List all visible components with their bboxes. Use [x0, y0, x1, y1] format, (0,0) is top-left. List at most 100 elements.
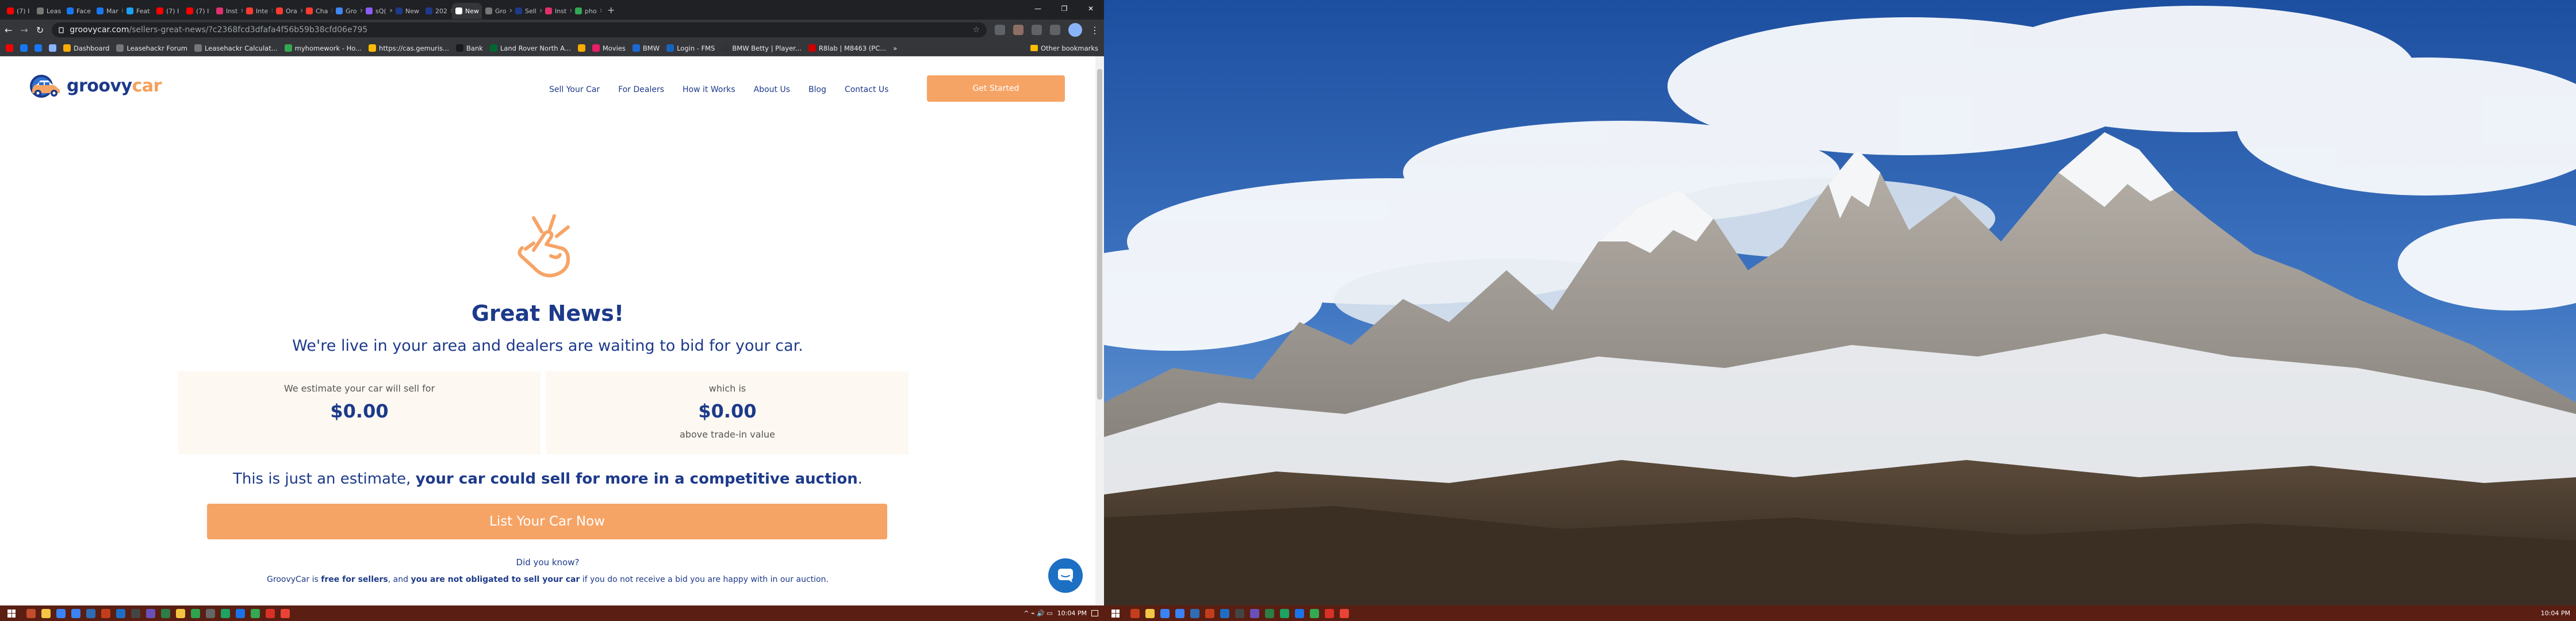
- new-tab-button[interactable]: +: [607, 5, 615, 16]
- taskbar-app-icon[interactable]: [56, 608, 66, 618]
- browser-tab[interactable]: Inst✕: [213, 3, 243, 19]
- bookmark-item[interactable]: BMW Betty | Player...: [722, 44, 802, 52]
- taskbar-app-icon[interactable]: [176, 608, 185, 618]
- nav-link-contact-us[interactable]: Contact Us: [845, 85, 888, 94]
- taskbar-app-icon[interactable]: [1295, 608, 1304, 618]
- taskbar-app-icon[interactable]: [1130, 608, 1140, 618]
- taskbar-app-icon[interactable]: [221, 608, 230, 618]
- bookmarks-overflow-icon[interactable]: »: [893, 44, 897, 52]
- bookmark-item[interactable]: Leasehackr Forum: [116, 44, 187, 52]
- browser-tab[interactable]: Inst✕: [542, 3, 572, 19]
- taskbar-app-icon[interactable]: [1325, 608, 1334, 618]
- taskbar-app-icon[interactable]: [1175, 608, 1184, 618]
- taskbar-app-icon[interactable]: [1205, 608, 1214, 618]
- taskbar-app-icon[interactable]: [266, 608, 275, 618]
- browser-tab[interactable]: (7) I✕: [153, 3, 183, 19]
- taskbar-app-icon[interactable]: [1160, 608, 1170, 618]
- get-started-button[interactable]: Get Started: [927, 75, 1065, 102]
- browser-tab[interactable]: Cha✕: [302, 3, 332, 19]
- tray-icons[interactable]: ^ ⌁ 🔊 ▭: [1023, 610, 1052, 617]
- bookmark-item[interactable]: Land Rover North A...: [489, 44, 571, 52]
- bookmark-item[interactable]: [34, 44, 42, 52]
- back-icon[interactable]: ←: [5, 25, 12, 36]
- bookmark-item[interactable]: Login - FMS: [666, 44, 715, 52]
- maximize-button[interactable]: ❐: [1051, 0, 1078, 17]
- puzzle-icon[interactable]: [1032, 25, 1042, 35]
- bookmark-item[interactable]: Leasehackr Calculat...: [194, 44, 278, 52]
- start-button[interactable]: [0, 605, 23, 621]
- bookmark-item[interactable]: [6, 44, 13, 52]
- taskbar-app-icon[interactable]: [86, 608, 95, 618]
- tab-close-icon[interactable]: ✕: [600, 8, 601, 14]
- taskbar-app-icon[interactable]: [116, 608, 125, 618]
- browser-tab[interactable]: Leas✕: [33, 3, 63, 19]
- taskbar-app-icon[interactable]: [101, 608, 110, 618]
- bookmark-item[interactable]: Dashboard: [63, 44, 109, 52]
- bookmark-item[interactable]: [20, 44, 28, 52]
- taskbar-app-icon[interactable]: [206, 608, 215, 618]
- clock[interactable]: 10:04 PM: [1057, 610, 1087, 617]
- forward-icon[interactable]: →: [20, 25, 28, 36]
- media-icon[interactable]: [1050, 25, 1060, 35]
- taskbar-app-icon[interactable]: [1340, 608, 1349, 618]
- browser-tab[interactable]: (7) I✕: [3, 3, 33, 19]
- taskbar-app-icon[interactable]: [1235, 608, 1244, 618]
- taskbar-app-icon[interactable]: [1265, 608, 1274, 618]
- extension-icon[interactable]: [995, 25, 1005, 35]
- start-button-secondary[interactable]: [1104, 605, 1127, 621]
- browser-tab[interactable]: Gro ✕: [332, 3, 362, 19]
- browser-tab[interactable]: Feat✕: [123, 3, 153, 19]
- taskbar-app-icon[interactable]: [1145, 608, 1155, 618]
- browser-tab[interactable]: Inte✕: [243, 3, 273, 19]
- close-window-button[interactable]: ✕: [1078, 0, 1104, 17]
- bookmark-item[interactable]: myhomework - Ho...: [284, 44, 362, 52]
- taskbar-app-icon[interactable]: [1190, 608, 1199, 618]
- scrollbar-thumb[interactable]: [1097, 69, 1102, 400]
- taskbar-app-icon[interactable]: [251, 608, 260, 618]
- address-bar[interactable]: groovycar.com/sellers-great-news/?c2368f…: [52, 22, 987, 37]
- nav-link-sell-your-car[interactable]: Sell Your Car: [549, 85, 600, 94]
- bookmark-item[interactable]: [49, 44, 56, 52]
- did-you-know-link[interactable]: Did you know?: [0, 557, 1095, 568]
- page-scrollbar[interactable]: [1095, 56, 1104, 605]
- browser-tab[interactable]: Face✕: [63, 3, 93, 19]
- taskbar-app-icon[interactable]: [26, 608, 36, 618]
- taskbar-app-icon[interactable]: [1220, 608, 1229, 618]
- extension-icon[interactable]: [1013, 25, 1023, 35]
- browser-tab[interactable]: Sell✕: [512, 3, 542, 19]
- taskbar-app-icon[interactable]: [161, 608, 170, 618]
- other-bookmarks[interactable]: Other bookmarks: [1030, 44, 1098, 52]
- browser-tab[interactable]: New✕: [392, 3, 422, 19]
- minimize-button[interactable]: —: [1025, 0, 1051, 17]
- taskbar-app-icon[interactable]: [41, 608, 51, 618]
- taskbar-app-icon[interactable]: [281, 608, 290, 618]
- taskbar-app-icon[interactable]: [236, 608, 245, 618]
- bookmark-item[interactable]: [577, 44, 585, 52]
- browser-tab[interactable]: (7) I✕: [183, 3, 213, 19]
- browser-tab[interactable]: sQ(✕: [362, 3, 392, 19]
- bookmark-item[interactable]: BMW: [632, 44, 660, 52]
- browser-tab[interactable]: Mar✕: [93, 3, 123, 19]
- notification-icon[interactable]: [1091, 610, 1098, 616]
- taskbar-app-icon[interactable]: [131, 608, 140, 618]
- taskbar-app-icon[interactable]: [1250, 608, 1259, 618]
- taskbar-app-icon[interactable]: [71, 608, 80, 618]
- taskbar-app-icon[interactable]: [1310, 608, 1319, 618]
- taskbar-app-icon[interactable]: [146, 608, 155, 618]
- bookmark-item[interactable]: https://cas.gemuris...: [369, 44, 449, 52]
- groovycar-logo[interactable]: groovycar: [28, 72, 162, 99]
- nav-link-for-dealers[interactable]: For Dealers: [618, 85, 664, 94]
- browser-tab[interactable]: Gro ✕: [482, 3, 512, 19]
- clock-secondary[interactable]: 10:04 PM: [2541, 610, 2570, 617]
- reload-icon[interactable]: ↻: [36, 25, 44, 36]
- chat-launcher-button[interactable]: [1048, 558, 1083, 593]
- nav-link-how-it-works[interactable]: How it Works: [683, 85, 735, 94]
- bookmark-item[interactable]: Movies: [592, 44, 626, 52]
- bookmark-item[interactable]: R8lab | M8463 (PC...: [808, 44, 886, 52]
- browser-tab[interactable]: Ora✕: [273, 3, 302, 19]
- list-your-car-button[interactable]: List Your Car Now: [207, 504, 887, 539]
- taskbar-app-icon[interactable]: [1280, 608, 1289, 618]
- profile-avatar[interactable]: [1068, 23, 1082, 37]
- browser-tab[interactable]: 202✕: [422, 3, 452, 19]
- browser-tab[interactable]: pho✕: [572, 3, 601, 19]
